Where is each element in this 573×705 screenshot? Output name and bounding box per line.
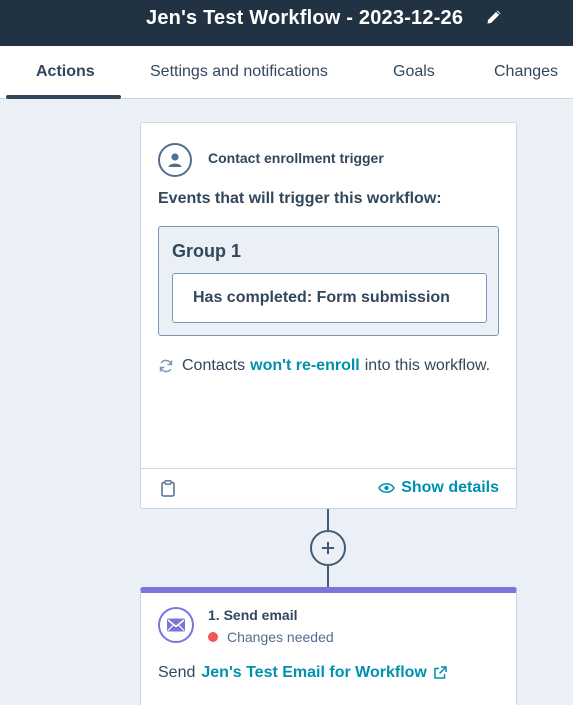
contact-person-icon [158,143,192,177]
active-tab-indicator [6,95,121,99]
action-status: Changes needed [208,629,334,645]
show-details-button[interactable]: Show details [378,479,499,497]
reenroll-suffix: into this workflow. [364,357,491,374]
status-text: Changes needed [227,629,334,645]
workflow-title[interactable]: Jen's Test Workflow - 2023-12-26 [146,7,463,30]
envelope-icon [158,607,194,643]
filter-group: Group 1 Has completed: Form submission [158,226,499,336]
tab-goals[interactable]: Goals [393,46,435,99]
status-dot [208,632,218,642]
enrollment-trigger-card[interactable]: Contact enrollment trigger Events that w… [140,122,517,509]
external-link-icon[interactable] [433,666,447,680]
reenroll-settings-link[interactable]: won't re-enroll [250,357,360,375]
trigger-type-label: Contact enrollment trigger [208,150,384,166]
tab-actions[interactable]: Actions [36,46,95,99]
eye-icon [378,483,396,493]
connector-line-top [327,509,329,530]
filter-criteria[interactable]: Has completed: Form submission [172,273,487,323]
add-action-button[interactable] [310,530,346,566]
action-title: 1. Send email [208,607,298,623]
connector-line-bottom [327,566,329,587]
group-title: Group 1 [172,241,242,261]
reenrollment-info: Contacts won't re-enroll into this workf… [158,357,490,375]
reenroll-prefix: Contacts [182,357,246,374]
send-email-summary: Send Jen's Test Email for Workflow [158,664,447,682]
trigger-card-footer: Show details [141,468,516,508]
send-prefix: Send [158,664,196,681]
tab-settings-and-notifications[interactable]: Settings and notifications [150,46,328,99]
workflow-tabs: Actions Settings and notifications Goals… [0,46,573,99]
sync-icon [159,359,173,373]
send-email-action-card[interactable]: 1. Send email Changes needed Send Jen's … [140,587,517,705]
plus-icon [322,542,334,554]
events-heading: Events that will trigger this workflow: [158,190,442,207]
email-link[interactable]: Jen's Test Email for Workflow [201,664,426,682]
clipboard-icon[interactable] [161,480,175,497]
show-details-label: Show details [401,479,499,496]
pencil-icon[interactable] [486,9,502,25]
tab-changes[interactable]: Changes [494,46,558,99]
workflow-header: Jen's Test Workflow - 2023-12-26 [0,0,573,46]
